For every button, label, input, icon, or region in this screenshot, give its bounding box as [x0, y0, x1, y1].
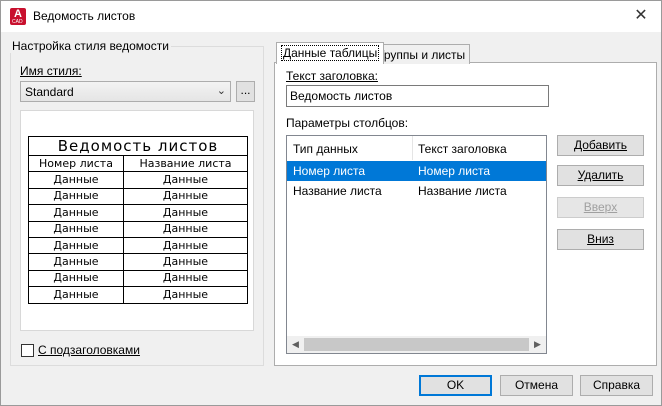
header-text-input[interactable]: Ведомость листов — [286, 85, 549, 107]
remove-button[interactable]: Удалить — [557, 165, 644, 186]
preview-header-cell: Номер листа — [28, 154, 124, 173]
column-header-header-text[interactable]: Текст заголовка — [412, 136, 513, 160]
preview-cell: Данные — [123, 187, 248, 206]
preview-row: Данные Данные — [28, 269, 248, 288]
window-title: Ведомость листов — [33, 9, 136, 23]
column-header-data-type[interactable]: Тип данных — [287, 136, 364, 160]
preview-row: Данные Данные — [28, 286, 248, 304]
columns-listview[interactable]: Тип данных Текст заголовка Номер листа Н… — [286, 135, 547, 354]
columns-label: Параметры столбцов: — [286, 116, 409, 130]
preview-row: Данные Данные — [28, 204, 248, 222]
preview-cell: Данные — [123, 171, 248, 189]
preview-cell: Данные — [28, 236, 124, 255]
preview-row: Данные Данные — [28, 187, 248, 206]
preview-cell: Данные — [123, 236, 248, 255]
columns-list-header: Тип данных Текст заголовка — [287, 136, 546, 160]
preview-cell: Данные — [28, 204, 124, 222]
tab-table-data[interactable]: Данные таблицы — [276, 42, 385, 64]
preview-cell: Данные — [28, 286, 124, 304]
ok-button[interactable]: OK — [419, 375, 492, 396]
preview-title: Ведомость листов — [28, 136, 248, 155]
preview-cell: Данные — [123, 253, 248, 271]
columns-cell-type: Название листа — [293, 184, 382, 198]
preview-header-row: Номер листа Название листа — [28, 154, 248, 173]
style-name-dropdown[interactable]: Standard ⌄ — [20, 81, 231, 102]
title-bar: A CAD Ведомость листов ✕ — [1, 1, 661, 32]
style-settings-legend: Настройка стиля ведомости — [10, 39, 171, 53]
table-preview: Ведомость листов Номер листа Название ли… — [20, 110, 254, 331]
help-button[interactable]: Справка — [580, 375, 653, 396]
preview-cell: Данные — [123, 204, 248, 222]
preview-row: Данные Данные — [28, 220, 248, 238]
chevron-down-icon: ⌄ — [216, 85, 226, 97]
preview-cell: Данные — [123, 220, 248, 238]
add-button[interactable]: Добавить — [557, 135, 644, 156]
preview-cell: Данные — [28, 171, 124, 189]
preview-cell: Данные — [123, 286, 248, 304]
style-name-value: Standard — [25, 85, 74, 99]
preview-row: Данные Данные — [28, 171, 248, 189]
style-name-label: Имя стиля: — [20, 64, 82, 78]
preview-cell: Данные — [28, 187, 124, 206]
subheadings-label: С подзаголовками — [38, 343, 140, 357]
tab-groups-sheets[interactable]: Группы и листы — [373, 44, 471, 64]
scrollbar-thumb[interactable] — [304, 338, 529, 351]
preview-cell: Данные — [28, 253, 124, 271]
scroll-left-icon[interactable]: ◀ — [287, 336, 304, 353]
columns-cell-type: Номер листа — [293, 164, 366, 178]
preview-table: Номер листа Название листа Данные Данные … — [28, 154, 248, 304]
columns-cell-header: Номер листа — [418, 164, 491, 178]
dialog-window: A CAD Ведомость листов ✕ Настройка стиля … — [0, 0, 662, 406]
horizontal-scrollbar[interactable]: ◀ ▶ — [287, 336, 546, 353]
preview-header-cell: Название листа — [123, 154, 248, 173]
autocad-app-icon: A CAD — [10, 8, 26, 25]
cancel-button[interactable]: Отмена — [500, 375, 573, 396]
close-icon[interactable]: ✕ — [627, 5, 655, 27]
scroll-right-icon[interactable]: ▶ — [529, 336, 546, 353]
preview-cell: Данные — [28, 269, 124, 288]
subheadings-checkbox[interactable] — [21, 344, 34, 357]
preview-row: Данные Данные — [28, 236, 248, 255]
header-text-label: Текст заголовка: — [286, 69, 378, 83]
columns-row[interactable]: Номер листа Номер листа — [287, 161, 546, 181]
preview-cell: Данные — [123, 269, 248, 288]
preview-cell: Данные — [28, 220, 124, 238]
columns-cell-header: Название листа — [418, 184, 507, 198]
move-down-button[interactable]: Вниз — [557, 229, 644, 250]
move-up-button[interactable]: Вверх — [557, 197, 644, 218]
browse-style-button[interactable]: ... — [236, 81, 255, 102]
columns-row[interactable]: Название листа Название листа — [287, 181, 546, 201]
preview-row: Данные Данные — [28, 253, 248, 271]
